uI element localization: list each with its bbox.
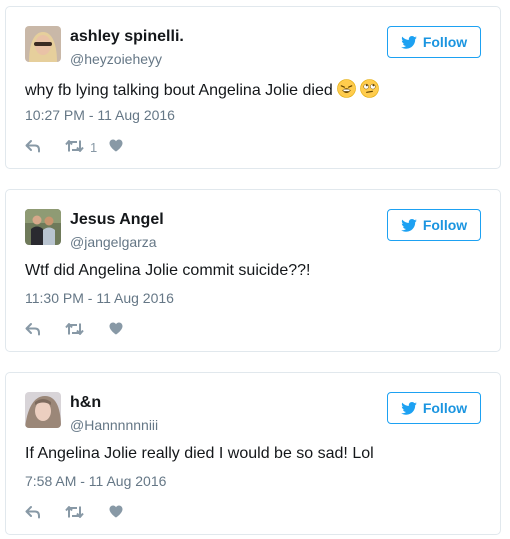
face-with-rolling-eyes-emoji: [359, 79, 379, 103]
tweet-text: why fb lying talking bout Angelina Jolie…: [25, 79, 379, 103]
tweet-timestamp[interactable]: 10:27 PM - 11 Aug 2016: [25, 107, 175, 123]
user-handle[interactable]: @Hannnnnniii: [70, 417, 158, 433]
like-button[interactable]: [109, 322, 129, 338]
tweet-actions: [25, 504, 129, 522]
retweet-button[interactable]: [65, 505, 109, 522]
follow-label: Follow: [422, 34, 468, 50]
reply-button[interactable]: [25, 322, 65, 339]
follow-label: Follow: [422, 217, 468, 233]
avatar[interactable]: [25, 392, 61, 428]
user-handle[interactable]: @jangelgarza: [70, 234, 157, 250]
reply-icon: [25, 139, 41, 156]
follow-button[interactable]: Follow: [387, 26, 481, 58]
retweet-count: 1: [90, 139, 98, 155]
twitter-bird-icon: [401, 218, 417, 232]
twitter-bird-icon: [401, 401, 417, 415]
tweet-text: If Angelina Jolie really died I would be…: [25, 445, 374, 463]
reply-icon: [25, 322, 41, 339]
user-name[interactable]: h&n: [70, 394, 101, 412]
follow-label: Follow: [422, 400, 468, 416]
avatar[interactable]: [25, 26, 61, 62]
tweet-timestamp[interactable]: 11:30 PM - 11 Aug 2016: [25, 290, 174, 306]
tweet-card: ashley spinelli. @heyzoieheyy Follow why…: [5, 6, 501, 169]
like-button[interactable]: [109, 505, 129, 521]
follow-button[interactable]: Follow: [387, 209, 481, 241]
retweet-button[interactable]: [65, 322, 109, 339]
tweet-timestamp[interactable]: 7:58 AM - 11 Aug 2016: [25, 473, 166, 489]
heart-icon: [109, 139, 123, 155]
tweet-card: h&n @Hannnnnniii Follow If Angelina Joli…: [5, 372, 501, 535]
heart-icon: [109, 505, 123, 521]
twitter-bird-icon: [401, 35, 417, 49]
reply-icon: [25, 505, 41, 522]
retweet-button[interactable]: 1: [65, 139, 109, 156]
tweet-text-content: Wtf did Angelina Jolie commit suicide??!: [25, 262, 311, 279]
reply-button[interactable]: [25, 139, 65, 156]
tweet-card: Jesus Angel @jangelgarza Follow Wtf did …: [5, 189, 501, 352]
like-button[interactable]: [109, 139, 129, 155]
tweet-actions: 1: [25, 138, 129, 156]
weary-face-emoji: [336, 79, 356, 103]
avatar[interactable]: [25, 209, 61, 245]
reply-button[interactable]: [25, 505, 65, 522]
user-name[interactable]: Jesus Angel: [70, 211, 164, 229]
tweet-text-content: why fb lying talking bout Angelina Jolie…: [25, 82, 333, 99]
follow-button[interactable]: Follow: [387, 392, 481, 424]
retweet-icon: [65, 139, 84, 156]
retweet-icon: [65, 505, 84, 522]
tweet-actions: [25, 321, 129, 339]
user-handle[interactable]: @heyzoieheyy: [70, 51, 162, 67]
user-name[interactable]: ashley spinelli.: [70, 28, 184, 46]
tweet-text: Wtf did Angelina Jolie commit suicide??!: [25, 262, 310, 280]
tweet-text-content: If Angelina Jolie really died I would be…: [25, 445, 374, 462]
retweet-icon: [65, 322, 84, 339]
heart-icon: [109, 322, 123, 338]
